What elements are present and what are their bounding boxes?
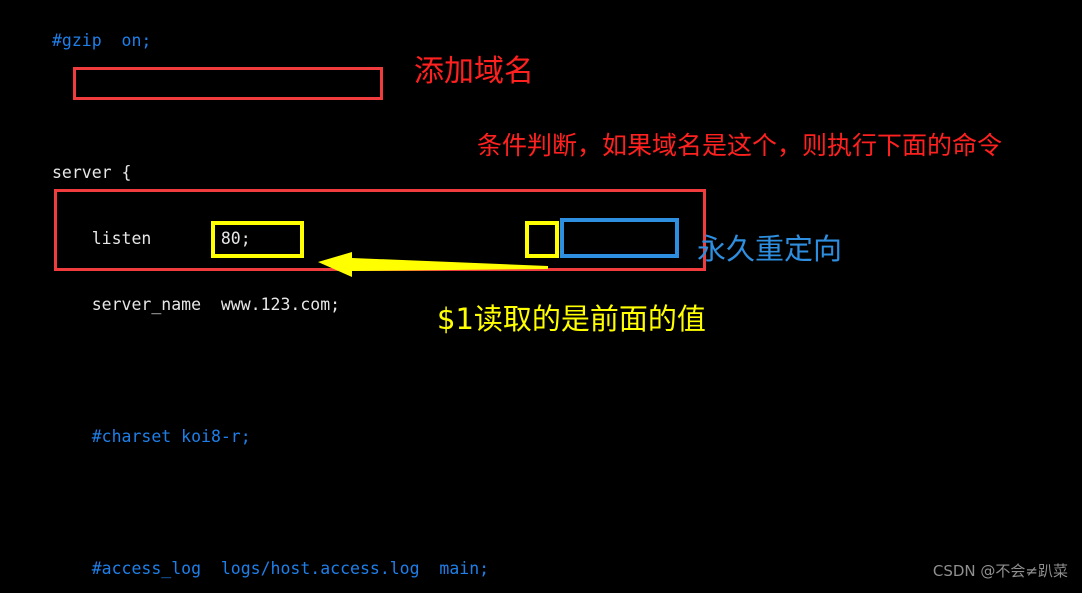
server-name-highlight-box bbox=[73, 67, 383, 100]
code-line-gzip: #gzip on; bbox=[52, 31, 152, 50]
annotation-add-domain: 添加域名 bbox=[414, 54, 534, 89]
annotation-permanent-redirect: 永久重定向 bbox=[697, 232, 843, 266]
code-line-access-log: #access_log logs/host.access.log main; bbox=[52, 559, 490, 578]
rewrite-regex-highlight-box bbox=[211, 221, 304, 258]
annotation-capture-value: $1读取的是前面的值 bbox=[437, 302, 706, 336]
code-line-charset: #charset koi8-r; bbox=[52, 427, 251, 446]
annotation-condition-check: 条件判断，如果域名是这个，则执行下面的命令 bbox=[477, 131, 1003, 160]
yellow-pointer-arrow bbox=[318, 252, 548, 277]
csdn-watermark: CSDN @不会≠趴菜 bbox=[932, 562, 1068, 580]
terminal-screenshot: #gzip on; server { listen 80; server_nam… bbox=[0, 0, 1082, 593]
permanent-flag-highlight-box bbox=[560, 218, 679, 258]
code-line-server-open: server { bbox=[52, 163, 132, 182]
